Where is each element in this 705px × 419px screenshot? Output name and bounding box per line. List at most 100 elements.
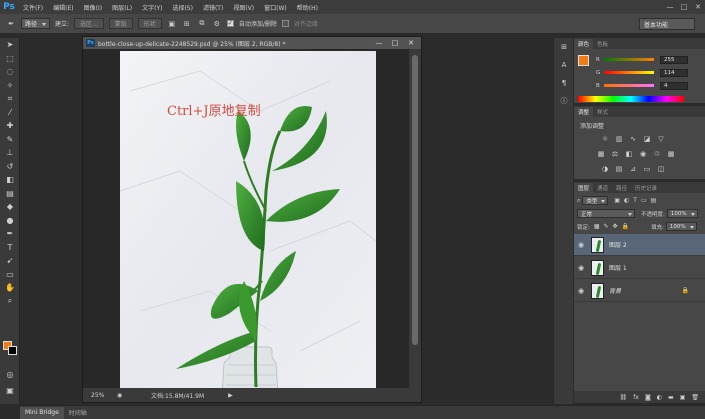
menu-image[interactable]: 图像(I) <box>79 3 107 12</box>
layer-filter-select[interactable]: 类型 <box>582 196 609 205</box>
visibility-eye-icon[interactable]: ◉ <box>574 241 588 249</box>
document-titlebar[interactable]: Ps bottle-close-up-delicate-2248529.psd … <box>83 37 421 49</box>
levels-icon[interactable]: ▥ <box>614 134 624 144</box>
color-balance-icon[interactable]: ⚖ <box>610 149 620 159</box>
vibrance-icon[interactable]: ▽ <box>656 134 666 144</box>
fill-input[interactable]: 100% <box>665 222 697 231</box>
healing-brush-tool-icon[interactable]: ✚ <box>0 119 20 133</box>
layer-name[interactable]: 图层 1 <box>609 263 627 272</box>
color-lookup-icon[interactable]: ▦ <box>666 149 676 159</box>
hand-tool-icon[interactable]: ✋ <box>0 281 20 295</box>
menu-filter[interactable]: 滤镜(T) <box>198 3 228 12</box>
layer-style-icon[interactable]: fx <box>633 394 639 401</box>
layer-name[interactable]: 背景 <box>609 286 621 295</box>
menu-help[interactable]: 帮助(H) <box>292 3 323 12</box>
doc-maximize-button[interactable]: □ <box>387 37 403 49</box>
menu-window[interactable]: 窗口(W) <box>259 3 292 12</box>
make-shape-button[interactable]: 形状 <box>137 18 162 29</box>
blur-tool-icon[interactable]: ◆ <box>0 200 20 214</box>
tab-paths[interactable]: 路径 <box>612 183 631 193</box>
app-minimize-button[interactable]: — <box>663 0 677 14</box>
menu-layer[interactable]: 图层(L) <box>107 3 137 12</box>
make-selection-button[interactable]: 选区... <box>74 18 104 29</box>
posterize-icon[interactable]: ▤ <box>614 164 624 174</box>
canvas-area[interactable]: Ctrl+J原地复制 <box>83 49 411 395</box>
add-mask-icon[interactable]: ◙ <box>645 394 651 401</box>
menu-select[interactable]: 选择(S) <box>167 3 198 12</box>
visibility-eye-icon[interactable]: ◉ <box>574 264 588 272</box>
trash-icon[interactable]: 🗑 <box>691 394 699 401</box>
tab-mini-bridge[interactable]: Mini Bridge <box>20 406 64 419</box>
filter-icons[interactable]: ▣◐T▭▤ <box>614 197 660 204</box>
selective-color-icon[interactable]: ◫ <box>656 164 666 174</box>
pen-tool-icon[interactable]: ✒ <box>0 227 20 241</box>
tab-layers[interactable]: 图层 <box>574 183 594 193</box>
move-tool-icon[interactable]: ➤ <box>0 38 20 52</box>
layer-row-layer1[interactable]: ◉ 图层 1 <box>574 257 705 279</box>
blend-mode-select[interactable]: 正常 <box>577 209 635 218</box>
threshold-icon[interactable]: ⊿ <box>628 164 638 174</box>
opacity-input[interactable]: 100% <box>666 209 698 218</box>
hue-saturation-icon[interactable]: ▦ <box>596 149 606 159</box>
new-group-icon[interactable]: ▬ <box>668 394 674 401</box>
path-arrangement-icon[interactable]: ⧉ <box>197 19 207 29</box>
quick-mask-icon[interactable]: ◎ <box>0 368 20 382</box>
green-value[interactable]: 114 <box>660 68 688 77</box>
layer-row-background[interactable]: ◉ 背景 🔒 <box>574 280 705 302</box>
invert-icon[interactable]: ◑ <box>600 164 610 174</box>
zoom-tool-icon[interactable]: ⌕ <box>0 295 20 309</box>
path-operations-icon[interactable]: ▣ <box>167 19 177 29</box>
screen-mode-icon[interactable]: ▣ <box>0 384 20 398</box>
menu-type[interactable]: 文字(Y) <box>137 3 167 12</box>
menu-view[interactable]: 视图(V) <box>228 3 259 12</box>
vertical-scrollbar[interactable] <box>409 49 421 389</box>
auto-add-delete-checkbox[interactable]: ✓ <box>226 20 234 27</box>
path-selection-tool-icon[interactable]: ➹ <box>0 254 20 268</box>
new-layer-icon[interactable]: ▣ <box>680 394 686 401</box>
background-color-swatch[interactable] <box>8 346 17 355</box>
curves-icon[interactable]: ∿ <box>628 134 638 144</box>
eyedropper-tool-icon[interactable]: ⁄ <box>0 106 20 120</box>
tab-swatches[interactable]: 色板 <box>593 39 612 49</box>
marquee-tool-icon[interactable]: ⬚ <box>0 52 20 66</box>
tab-adjustments[interactable]: 调整 <box>574 107 594 117</box>
blue-slider[interactable] <box>604 84 654 87</box>
photo-filter-icon[interactable]: ◉ <box>638 149 648 159</box>
app-close-button[interactable]: ✕ <box>691 0 705 14</box>
status-icon[interactable]: ◉ <box>117 392 127 399</box>
status-menu-arrow-icon[interactable]: ▶ <box>228 392 233 399</box>
lock-icons[interactable]: ▦✎✥🔒 <box>594 223 633 230</box>
scrollbar-thumb[interactable] <box>412 55 418 345</box>
tab-history[interactable]: 历史记录 <box>631 183 661 193</box>
visibility-eye-icon[interactable]: ◉ <box>574 287 588 295</box>
tab-color[interactable]: 颜色 <box>574 39 594 49</box>
lasso-tool-icon[interactable]: ◌ <box>0 65 20 79</box>
pen-tool-icon[interactable]: ✒ <box>6 19 16 29</box>
rectangle-tool-icon[interactable]: ▭ <box>0 268 20 282</box>
red-value[interactable]: 255 <box>660 55 688 64</box>
channel-mixer-icon[interactable]: ♲ <box>652 149 662 159</box>
tab-timeline[interactable]: 时间轴 <box>64 407 92 419</box>
zoom-level[interactable]: 25% <box>91 392 113 399</box>
info-panel-icon[interactable]: ⓘ <box>554 92 574 110</box>
menu-file[interactable]: 文件(F) <box>18 3 48 12</box>
eraser-tool-icon[interactable]: ◧ <box>0 173 20 187</box>
tab-channels[interactable]: 通道 <box>593 183 612 193</box>
menu-edit[interactable]: 编辑(E) <box>48 3 78 12</box>
gradient-map-icon[interactable]: ▭ <box>642 164 652 174</box>
type-tool-icon[interactable]: T <box>0 241 20 255</box>
history-panel-icon[interactable]: ⊞ <box>554 38 574 56</box>
tab-styles[interactable]: 样式 <box>593 107 612 117</box>
brightness-icon[interactable]: ☼ <box>600 134 610 144</box>
blue-value[interactable]: 4 <box>660 81 688 90</box>
history-brush-tool-icon[interactable]: ↺ <box>0 160 20 174</box>
doc-minimize-button[interactable]: — <box>371 37 387 49</box>
workspace-select[interactable]: 基本功能 <box>639 18 695 30</box>
gear-icon[interactable]: ⚙ <box>212 19 222 29</box>
paragraph-panel-icon[interactable]: ¶ <box>554 74 574 92</box>
doc-close-button[interactable]: ✕ <box>403 37 419 49</box>
clone-stamp-tool-icon[interactable]: ⊥ <box>0 146 20 160</box>
adjustment-layer-icon[interactable]: ◐ <box>657 394 662 401</box>
panel-foreground-swatch[interactable] <box>578 55 589 66</box>
path-alignment-icon[interactable]: ⊞ <box>182 19 192 29</box>
